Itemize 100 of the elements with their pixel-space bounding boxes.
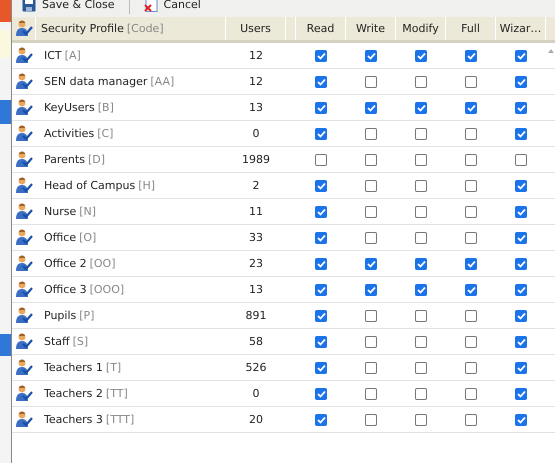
checkbox[interactable] — [515, 154, 527, 166]
checkbox[interactable] — [415, 50, 427, 62]
checkbox[interactable] — [515, 284, 527, 296]
profile-code: [N] — [79, 205, 96, 218]
checkbox[interactable] — [465, 206, 477, 218]
scroll-up-icon[interactable] — [548, 49, 554, 53]
checkbox[interactable] — [315, 128, 327, 140]
profile-name: SEN data manager — [44, 75, 148, 88]
checkbox[interactable] — [365, 154, 377, 166]
checkbox[interactable] — [415, 232, 427, 244]
checkbox[interactable] — [365, 284, 377, 296]
checkbox[interactable] — [415, 284, 427, 296]
table-cell-text: 13 — [248, 282, 264, 298]
column-header[interactable]: Wizar… — [496, 17, 546, 40]
checkbox[interactable] — [315, 284, 327, 296]
checkbox[interactable] — [315, 206, 327, 218]
profile-name: Nurse — [44, 205, 76, 218]
checkbox[interactable] — [415, 102, 427, 114]
user-check-icon — [15, 177, 33, 194]
checkbox[interactable] — [415, 76, 427, 88]
checkbox[interactable] — [515, 362, 527, 374]
checkbox[interactable] — [315, 310, 327, 322]
checkbox[interactable] — [465, 102, 477, 114]
user-check-icon — [15, 333, 33, 350]
checkbox[interactable] — [465, 154, 477, 166]
checkbox[interactable] — [315, 102, 327, 114]
checkbox[interactable] — [465, 362, 477, 374]
checkbox[interactable] — [465, 180, 477, 192]
checkbox[interactable] — [415, 128, 427, 140]
checkbox[interactable] — [515, 388, 527, 400]
checkbox[interactable] — [515, 206, 527, 218]
checkbox[interactable] — [315, 388, 327, 400]
checkbox[interactable] — [365, 336, 377, 348]
checkbox[interactable] — [465, 128, 477, 140]
checkbox[interactable] — [515, 180, 527, 192]
checkbox[interactable] — [515, 258, 527, 270]
checkbox[interactable] — [365, 414, 377, 426]
checkbox[interactable] — [315, 76, 327, 88]
checkbox[interactable] — [315, 180, 327, 192]
user-check-icon — [15, 411, 33, 428]
checkbox[interactable] — [365, 206, 377, 218]
checkbox[interactable] — [315, 50, 327, 62]
checkbox[interactable] — [415, 388, 427, 400]
checkbox[interactable] — [415, 362, 427, 374]
checkbox[interactable] — [515, 414, 527, 426]
checkbox[interactable] — [465, 50, 477, 62]
checkbox[interactable] — [315, 414, 327, 426]
save-button[interactable]: Save & Close — [18, 0, 119, 12]
checkbox[interactable] — [515, 76, 527, 88]
checkbox[interactable] — [515, 50, 527, 62]
checkbox[interactable] — [465, 232, 477, 244]
checkbox[interactable] — [365, 128, 377, 140]
checkbox[interactable] — [315, 336, 327, 348]
cancel-button[interactable]: Cancel — [140, 0, 205, 12]
table-cell-text: 23 — [248, 256, 264, 272]
profile-code: [T] — [106, 361, 122, 374]
checkbox[interactable] — [465, 76, 477, 88]
column-header[interactable]: Users — [226, 17, 286, 40]
checkbox[interactable] — [315, 258, 327, 270]
checkbox[interactable] — [365, 362, 377, 374]
checkbox[interactable] — [365, 102, 377, 114]
checkbox[interactable] — [365, 232, 377, 244]
profile-code: [OOO] — [90, 283, 124, 296]
checkbox[interactable] — [415, 336, 427, 348]
column-header[interactable]: Read — [296, 17, 346, 40]
checkbox[interactable] — [415, 258, 427, 270]
checkbox[interactable] — [365, 76, 377, 88]
checkbox[interactable] — [515, 310, 527, 322]
checkbox[interactable] — [365, 310, 377, 322]
checkbox[interactable] — [415, 206, 427, 218]
checkbox[interactable] — [515, 232, 527, 244]
profile-code: [A] — [64, 49, 81, 62]
checkbox[interactable] — [515, 128, 527, 140]
checkbox[interactable] — [315, 154, 327, 166]
checkbox[interactable] — [415, 180, 427, 192]
profile-code: [P] — [79, 309, 94, 322]
checkbox[interactable] — [465, 284, 477, 296]
checkbox[interactable] — [465, 310, 477, 322]
checkbox[interactable] — [465, 388, 477, 400]
column-header[interactable]: Write — [346, 17, 396, 40]
checkbox[interactable] — [515, 102, 527, 114]
column-header[interactable]: Full — [446, 17, 496, 40]
checkbox[interactable] — [365, 388, 377, 400]
table-cell-text: 0 — [252, 386, 260, 402]
checkbox[interactable] — [465, 336, 477, 348]
checkbox[interactable] — [415, 154, 427, 166]
table-cell-text: 20 — [248, 412, 264, 428]
checkbox[interactable] — [365, 258, 377, 270]
column-header[interactable]: Security Profile [Code] — [36, 17, 226, 40]
checkbox[interactable] — [465, 258, 477, 270]
profile-name: Activities — [44, 127, 94, 140]
checkbox[interactable] — [365, 50, 377, 62]
checkbox[interactable] — [465, 414, 477, 426]
column-header[interactable]: Modify — [396, 17, 446, 40]
checkbox[interactable] — [315, 232, 327, 244]
checkbox[interactable] — [415, 414, 427, 426]
checkbox[interactable] — [315, 362, 327, 374]
checkbox[interactable] — [515, 336, 527, 348]
checkbox[interactable] — [365, 180, 377, 192]
checkbox[interactable] — [415, 310, 427, 322]
